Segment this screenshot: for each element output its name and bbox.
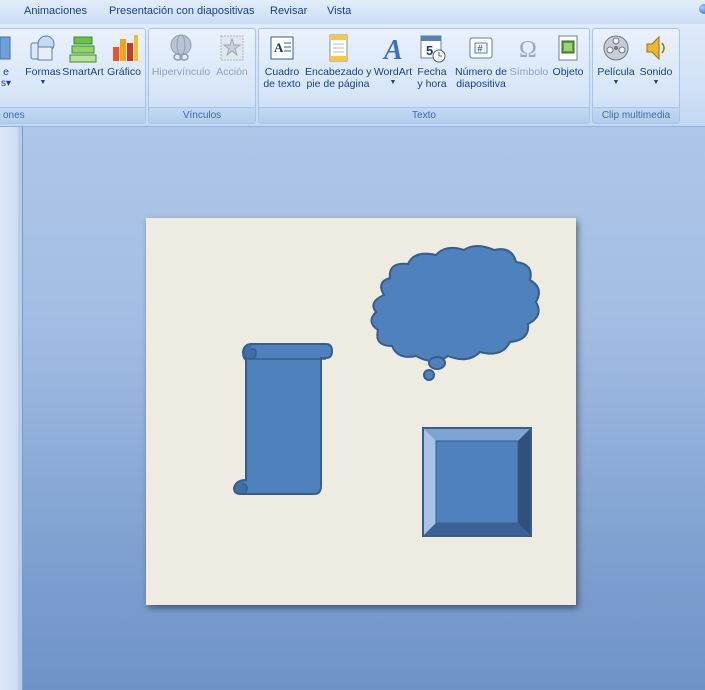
smartart-button[interactable]: SmartArt xyxy=(59,33,107,78)
partial-label-1: e xyxy=(3,66,9,78)
wordart-label: WordArt xyxy=(373,66,413,78)
sonido-label: Sonido xyxy=(639,66,673,78)
bevel-square-shape[interactable] xyxy=(422,427,532,537)
numero-label-2: diapositiva xyxy=(456,78,506,90)
fecha-label-1: Fecha xyxy=(417,66,447,78)
fecha-hora-button[interactable]: 5 Fecha y hora xyxy=(415,33,449,90)
group-vinculos: Hipervínculo Acción Vínculos xyxy=(148,28,256,124)
simbolo-label: Símbolo xyxy=(509,66,549,78)
date-time-icon: 5 xyxy=(420,35,446,63)
omega-symbol-icon: Ω xyxy=(519,37,537,63)
group-texto: A Cuadro de texto Encabezado y pie de pá… xyxy=(258,28,590,124)
formas-button[interactable]: Formas ▼ xyxy=(23,33,63,87)
shapes-icon xyxy=(30,35,55,61)
smartart-icon xyxy=(69,36,97,63)
smartart-label: SmartArt xyxy=(62,66,104,78)
encabezado-label-1: Encabezado y xyxy=(305,66,372,78)
svg-text:Ω: Ω xyxy=(519,37,537,63)
formas-caret-icon: ▼ xyxy=(39,79,47,86)
pelicula-label: Película xyxy=(597,66,635,78)
accion-label: Acción xyxy=(216,66,248,78)
partial-icon xyxy=(0,36,11,60)
svg-text:A: A xyxy=(382,35,403,63)
hipervinculo-label: Hipervínculo xyxy=(151,66,211,78)
group-texto-label: Texto xyxy=(259,107,589,123)
numero-diapositiva-button[interactable]: # Número de diapositiva xyxy=(451,33,511,90)
numero-label-1: Número de xyxy=(455,66,507,78)
wordart-caret-icon: ▼ xyxy=(389,79,397,86)
simbolo-button[interactable]: Ω Símbolo xyxy=(509,33,549,78)
hipervinculo-button[interactable]: Hipervínculo xyxy=(151,33,211,78)
cuadro-texto-label-2: de texto xyxy=(263,78,301,90)
wordart-button[interactable]: A WordArt ▼ xyxy=(373,33,413,87)
svg-text:#: # xyxy=(478,44,483,54)
grafico-button[interactable]: Gráfico xyxy=(105,33,143,78)
partial-button[interactable]: e s▾ xyxy=(0,33,12,90)
group-clip-multimedia: Película ▼ Sonido ▼ Clip multimedia xyxy=(592,28,680,124)
hyperlink-globe-icon xyxy=(170,34,192,61)
tab-animaciones[interactable]: Animaciones xyxy=(24,5,87,17)
group-vinculos-label: Vínculos xyxy=(149,107,255,123)
cuadro-texto-label-1: Cuadro xyxy=(264,66,300,78)
wordart-icon: A xyxy=(382,35,403,63)
slide-canvas[interactable] xyxy=(146,218,576,605)
action-star-icon xyxy=(220,35,244,61)
speaker-icon xyxy=(646,35,665,61)
vertical-scroll-shape[interactable] xyxy=(232,343,334,495)
objeto-label: Objeto xyxy=(552,66,584,78)
svg-text:5: 5 xyxy=(426,43,433,58)
tab-presentacion[interactable]: Presentación con diapositivas xyxy=(109,5,255,17)
objeto-button[interactable]: Objeto xyxy=(549,33,587,78)
sonido-caret-icon: ▼ xyxy=(652,79,660,86)
pane-splitter[interactable] xyxy=(18,127,23,690)
pelicula-button[interactable]: Película ▼ xyxy=(595,33,637,87)
encabezado-label-2: pie de página xyxy=(306,78,370,90)
accion-button[interactable]: Acción xyxy=(213,33,251,78)
group-ilustraciones-label: ones xyxy=(0,107,145,123)
header-footer-icon xyxy=(329,34,348,62)
film-reel-icon xyxy=(603,35,629,61)
slide-number-icon: # xyxy=(469,37,493,59)
slide-shapes xyxy=(232,245,540,537)
object-icon xyxy=(558,35,578,61)
fecha-label-2: y hora xyxy=(417,78,447,90)
pelicula-caret-icon: ▼ xyxy=(612,79,620,86)
formas-label: Formas xyxy=(25,66,61,78)
cuadro-texto-button[interactable]: A Cuadro de texto xyxy=(261,33,303,90)
grafico-label: Gráfico xyxy=(107,66,141,78)
cloud-callout-shape[interactable] xyxy=(370,245,540,381)
ribbon-tab-bar: Animaciones Presentación con diapositiva… xyxy=(0,0,705,25)
svg-text:A: A xyxy=(274,40,284,55)
ribbon: e s▾ Formas ▼ SmartArt Gráfico ones Hipe… xyxy=(0,24,705,127)
group-ilustraciones: e s▾ Formas ▼ SmartArt Gráfico ones xyxy=(0,28,146,124)
tab-vista[interactable]: Vista xyxy=(327,5,351,17)
sonido-button[interactable]: Sonido ▼ xyxy=(637,33,675,87)
slides-pane-edge xyxy=(0,127,19,690)
chart-icon xyxy=(113,35,138,61)
group-clip-label: Clip multimedia xyxy=(593,107,679,123)
help-icon[interactable] xyxy=(699,4,705,14)
tab-revisar[interactable]: Revisar xyxy=(270,5,307,17)
textbox-icon: A xyxy=(270,36,294,60)
partial-label-2: s▾ xyxy=(0,78,12,89)
encabezado-button[interactable]: Encabezado y pie de página xyxy=(305,33,372,90)
